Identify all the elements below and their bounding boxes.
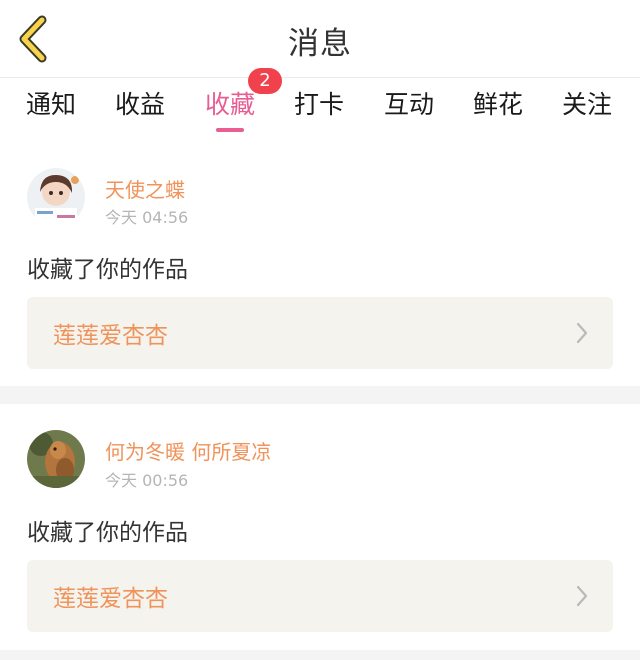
tab-label: 收藏 xyxy=(205,90,256,119)
work-link[interactable]: 莲莲爱杏杏 xyxy=(27,297,613,369)
username[interactable]: 何为冬暖 何所夏凉 xyxy=(105,436,271,465)
active-tab-indicator xyxy=(216,128,245,132)
messages-screen: 消息 通知 收益 收藏 2 打卡 互动 鲜花 关注 天使之蝶 今天 04:56 … xyxy=(0,0,640,660)
tab-label: 打卡 xyxy=(294,90,345,119)
chevron-right-icon xyxy=(576,585,588,607)
notification-message: 收藏了你的作品 xyxy=(27,520,188,546)
page-title: 消息 xyxy=(288,26,352,62)
notification-card: 何为冬暖 何所夏凉 今天 00:56 收藏了你的作品 莲莲爱杏杏 xyxy=(0,404,640,644)
timestamp: 今天 00:56 xyxy=(105,471,189,490)
tab-label: 通知 xyxy=(26,90,77,119)
unread-count-badge: 2 xyxy=(248,68,282,94)
work-link[interactable]: 莲莲爱杏杏 xyxy=(27,560,613,632)
section-divider xyxy=(0,386,640,404)
user-avatar-icon xyxy=(27,430,85,488)
tab-favorites[interactable]: 收藏 2 xyxy=(205,68,282,132)
tab-earnings[interactable]: 收益 xyxy=(115,88,165,132)
username[interactable]: 天使之蝶 xyxy=(105,174,185,203)
tab-follows[interactable]: 关注 xyxy=(562,88,612,132)
work-title: 莲莲爱杏杏 xyxy=(53,586,168,612)
section-divider xyxy=(0,650,640,660)
tab-notifications[interactable]: 通知 xyxy=(26,88,76,132)
notification-message: 收藏了你的作品 xyxy=(27,257,188,283)
tab-label: 关注 xyxy=(562,90,613,119)
work-title: 莲莲爱杏杏 xyxy=(53,323,168,349)
tab-label: 互动 xyxy=(384,90,435,119)
tab-checkin[interactable]: 打卡 xyxy=(294,88,344,132)
top-bar: 消息 xyxy=(0,0,640,78)
notification-card: 天使之蝶 今天 04:56 收藏了你的作品 莲莲爱杏杏 xyxy=(0,146,640,386)
avatar[interactable] xyxy=(27,430,85,488)
tab-label: 鲜花 xyxy=(473,90,524,119)
tab-flowers[interactable]: 鲜花 xyxy=(473,88,523,132)
avatar[interactable] xyxy=(27,168,85,226)
tab-bar: 通知 收益 收藏 2 打卡 互动 鲜花 关注 xyxy=(0,68,640,146)
timestamp: 今天 04:56 xyxy=(105,208,189,227)
tab-label: 收益 xyxy=(115,90,166,119)
user-avatar-icon xyxy=(27,168,85,226)
chevron-right-icon xyxy=(576,322,588,344)
tab-interaction[interactable]: 互动 xyxy=(384,88,434,132)
